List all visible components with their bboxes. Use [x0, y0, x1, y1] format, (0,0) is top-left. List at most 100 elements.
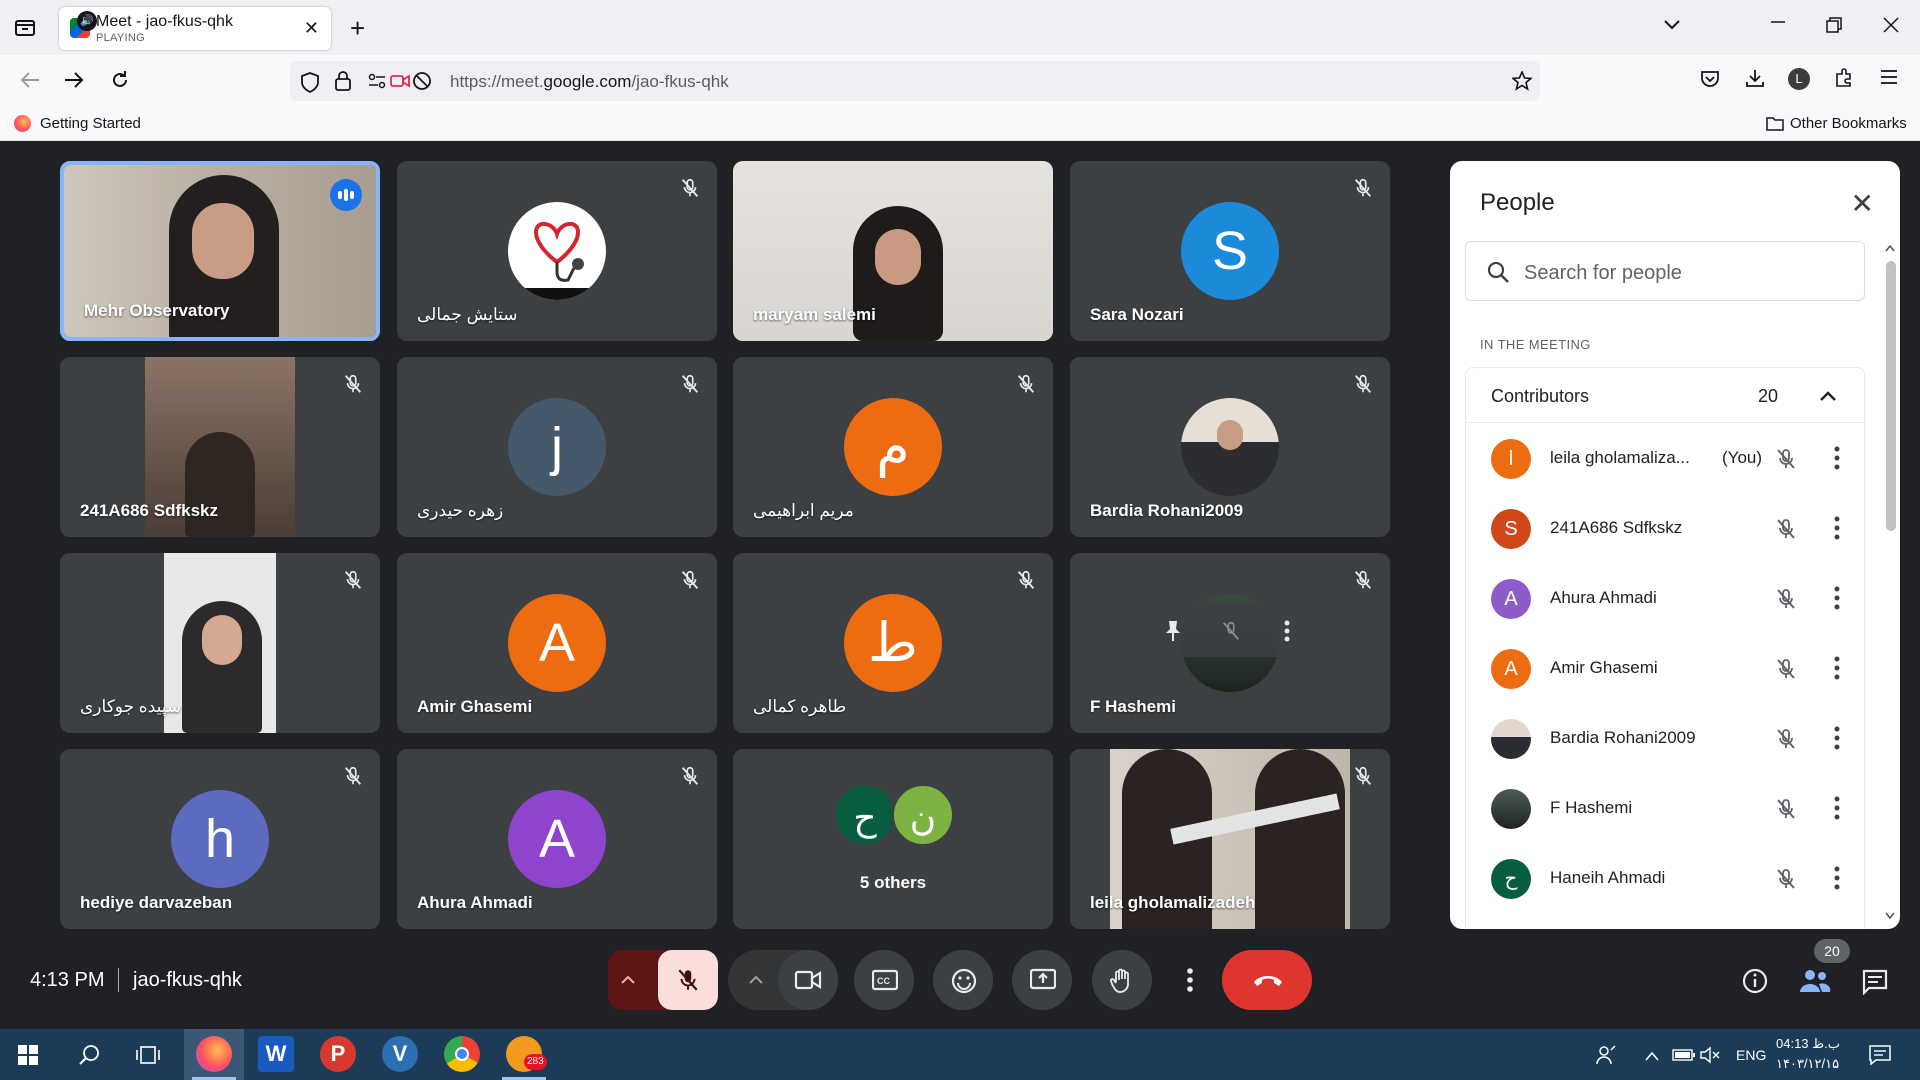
- participant-tile[interactable]: j زهره حیدری: [397, 357, 717, 537]
- mic-off-icon[interactable]: [1774, 727, 1798, 751]
- list-item[interactable]: Bardia Rohani2009: [1466, 703, 1866, 773]
- list-item[interactable]: S 241A686 Sdfkskz: [1466, 493, 1866, 563]
- hamburger-menu-icon[interactable]: [1880, 69, 1898, 89]
- battery-icon[interactable]: [1672, 1048, 1696, 1067]
- minimize-icon[interactable]: [1770, 14, 1786, 34]
- bookmark-star-icon[interactable]: [1510, 69, 1534, 95]
- browser-tab-meet[interactable]: 🔊 Meet - jao-fkus-qhk PLAYING ✕: [59, 7, 331, 50]
- speaker-playing-icon[interactable]: 🔊: [77, 11, 97, 31]
- more-options-icon[interactable]: [1834, 515, 1840, 541]
- scroll-down-icon[interactable]: [1884, 911, 1896, 921]
- list-item[interactable]: ح Haneih Ahmadi: [1466, 843, 1866, 913]
- list-item[interactable]: A Ahura Ahmadi: [1466, 563, 1866, 633]
- task-view-icon[interactable]: [136, 1045, 160, 1070]
- url-bar[interactable]: https://meet.google.com/jao-fkus-qhk: [290, 61, 1540, 101]
- scrollbar-thumb[interactable]: [1886, 261, 1896, 531]
- list-all-tabs-icon[interactable]: [1663, 16, 1681, 36]
- search-icon[interactable]: [78, 1044, 100, 1071]
- mic-off-icon[interactable]: [1774, 587, 1798, 611]
- people-tray-icon[interactable]: [1596, 1045, 1616, 1070]
- windows-start-icon[interactable]: [18, 1045, 38, 1070]
- chevron-up-icon[interactable]: [1818, 386, 1838, 406]
- tray-date[interactable]: ۱۴۰۳/۱۲/۱۵: [1776, 1056, 1839, 1072]
- reactions-button[interactable]: [933, 950, 993, 1010]
- p-app-taskbar-icon[interactable]: P: [320, 1036, 356, 1072]
- mic-off-icon[interactable]: [1774, 447, 1798, 471]
- back-icon[interactable]: [19, 70, 41, 94]
- participant-tile[interactable]: م مریم ابراهیمی: [733, 357, 1053, 537]
- mic-off-icon[interactable]: [1774, 657, 1798, 681]
- participant-tile[interactable]: S Sara Nozari: [1070, 161, 1390, 341]
- present-screen-button[interactable]: [1012, 950, 1072, 1010]
- people-button[interactable]: [1799, 968, 1831, 999]
- tab-close-icon[interactable]: ✕: [304, 18, 319, 39]
- more-options-icon[interactable]: [1834, 725, 1840, 751]
- more-options-icon[interactable]: [1834, 795, 1840, 821]
- new-tab-icon[interactable]: +: [350, 15, 365, 41]
- participant-tile[interactable]: Bardia Rohani2009: [1070, 357, 1390, 537]
- more-options-button[interactable]: [1167, 950, 1213, 1010]
- mic-toggle-button[interactable]: [658, 950, 718, 1010]
- participant-tile[interactable]: ط طاهره کمالی: [733, 553, 1053, 733]
- tab-list-icon[interactable]: [14, 17, 36, 41]
- tracking-shield-icon[interactable]: [300, 71, 320, 97]
- participant-tile[interactable]: leila gholamalizadeh: [1070, 749, 1390, 929]
- pin-icon[interactable]: [1162, 619, 1184, 648]
- chat-button[interactable]: [1862, 969, 1888, 1000]
- contributors-group-header[interactable]: Contributors 20: [1465, 367, 1865, 423]
- forward-icon[interactable]: [63, 70, 85, 94]
- firefox-taskbar-icon[interactable]: [196, 1036, 232, 1072]
- raise-hand-button[interactable]: [1092, 950, 1152, 1010]
- camera-toggle-button[interactable]: [778, 950, 838, 1010]
- input-language[interactable]: ENG: [1736, 1047, 1766, 1063]
- permissions-icon[interactable]: [368, 73, 386, 93]
- chevron-up-icon[interactable]: [1644, 1049, 1660, 1067]
- others-tile[interactable]: ح ن 5 others: [733, 749, 1053, 929]
- extensions-icon[interactable]: [1834, 68, 1854, 92]
- word-taskbar-icon[interactable]: W: [258, 1036, 294, 1072]
- more-options-icon[interactable]: [1834, 865, 1840, 891]
- chevron-up-icon[interactable]: [620, 972, 636, 988]
- list-item[interactable]: F Hashemi: [1466, 773, 1866, 843]
- scroll-up-icon[interactable]: [1884, 243, 1896, 253]
- close-panel-icon[interactable]: ✕: [1851, 187, 1874, 220]
- messenger-taskbar-icon[interactable]: 283: [506, 1036, 547, 1072]
- action-center-icon[interactable]: [1868, 1044, 1892, 1071]
- window-close-icon[interactable]: [1883, 17, 1899, 37]
- downloads-icon[interactable]: [1745, 68, 1765, 92]
- participant-tile[interactable]: 241A686 Sdfkskz: [60, 357, 380, 537]
- bookmark-other[interactable]: Other Bookmarks: [1790, 115, 1907, 132]
- panel-scrollbar[interactable]: [1884, 241, 1896, 929]
- bookmark-getting-started[interactable]: Getting Started: [40, 115, 141, 132]
- mic-off-icon[interactable]: [1774, 867, 1798, 891]
- more-options-icon[interactable]: [1284, 619, 1290, 648]
- lock-icon[interactable]: [334, 70, 352, 96]
- reload-icon[interactable]: [109, 69, 131, 95]
- meeting-info-button[interactable]: [1742, 968, 1768, 999]
- mic-blocked-icon[interactable]: [412, 71, 432, 95]
- leave-call-button[interactable]: [1222, 950, 1312, 1010]
- v-app-taskbar-icon[interactable]: V: [382, 1036, 418, 1072]
- mute-participant-icon[interactable]: [1220, 619, 1242, 648]
- participant-tile[interactable]: F Hashemi: [1070, 553, 1390, 733]
- captions-button[interactable]: CC: [854, 950, 914, 1010]
- chevron-up-icon[interactable]: [748, 972, 764, 988]
- participant-tile[interactable]: maryam salemi: [733, 161, 1053, 341]
- tray-time[interactable]: 04:13 ب.ظ: [1776, 1036, 1840, 1052]
- more-options-icon[interactable]: [1834, 585, 1840, 611]
- participant-tile[interactable]: h hediye darvazeban: [60, 749, 380, 929]
- participant-tile[interactable]: Mehr Observatory: [60, 161, 380, 341]
- list-item[interactable]: A Amir Ghasemi: [1466, 633, 1866, 703]
- participant-tile[interactable]: ستایش جمالی: [397, 161, 717, 341]
- more-options-icon[interactable]: [1834, 655, 1840, 681]
- volume-muted-icon[interactable]: [1700, 1046, 1722, 1069]
- pocket-icon[interactable]: [1700, 70, 1720, 92]
- participant-tile[interactable]: A Ahura Ahmadi: [397, 749, 717, 929]
- more-options-icon[interactable]: [1834, 445, 1840, 471]
- chrome-taskbar-icon[interactable]: [444, 1036, 480, 1072]
- mic-off-icon[interactable]: [1774, 517, 1798, 541]
- camera-blocked-icon[interactable]: [390, 72, 410, 94]
- list-item[interactable]: l leila gholamaliza... (You): [1466, 423, 1866, 493]
- account-avatar-icon[interactable]: L: [1788, 68, 1810, 90]
- restore-icon[interactable]: [1826, 17, 1842, 37]
